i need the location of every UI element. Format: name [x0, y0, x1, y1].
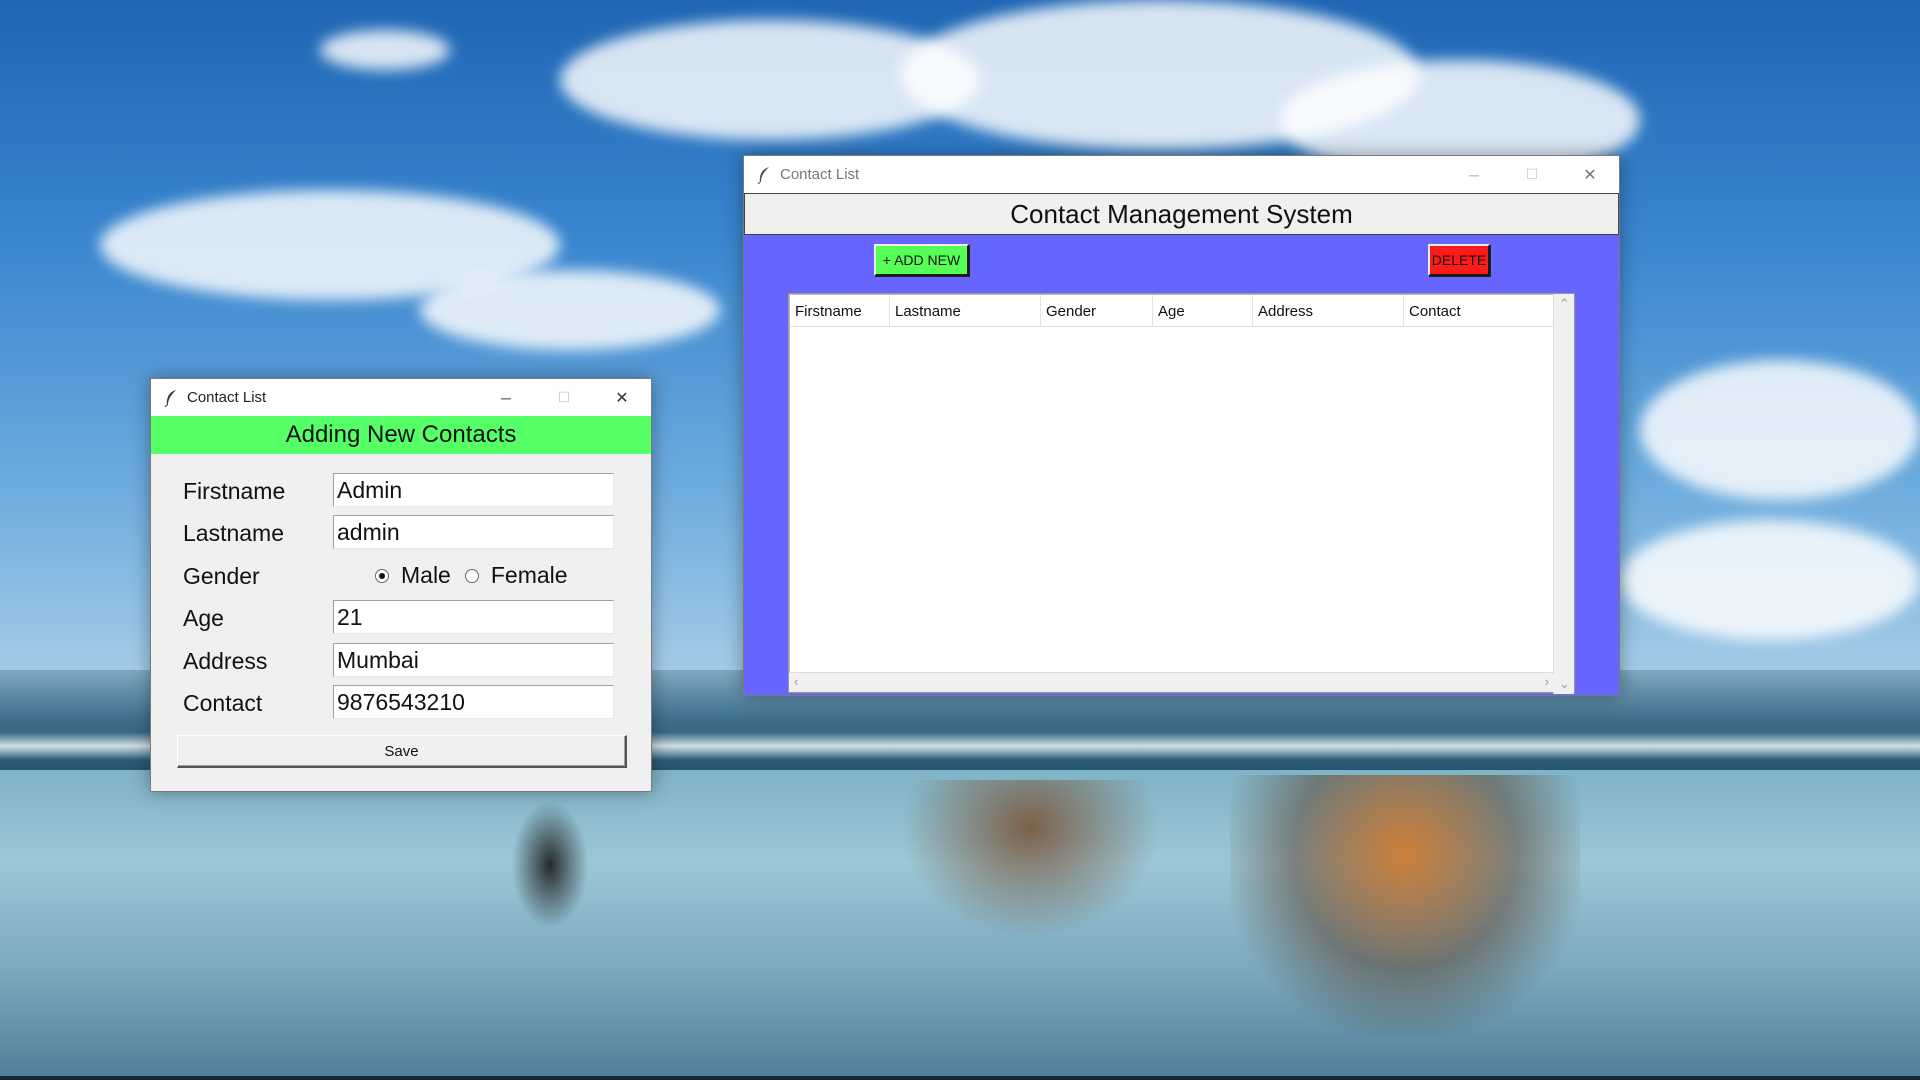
maximize-icon: ☐ [557, 389, 571, 405]
close-button[interactable]: ✕ [1561, 156, 1619, 193]
main-window-controls: ─ ☐ ✕ [1445, 156, 1619, 193]
close-icon: ✕ [1583, 166, 1597, 184]
add-new-button[interactable]: + ADD NEW [874, 244, 969, 276]
main-header: Contact Management System [744, 193, 1619, 235]
column-header-age[interactable]: Age [1153, 295, 1253, 327]
address-input[interactable] [333, 643, 614, 677]
scroll-down-icon[interactable]: ⌄ [1559, 676, 1570, 692]
gender-male-radio[interactable] [375, 568, 389, 583]
gender-female-radio[interactable] [464, 568, 479, 583]
contact-input[interactable] [333, 685, 614, 719]
taskbar-edge [0, 1076, 1920, 1080]
column-header-gender[interactable]: Gender [1041, 295, 1153, 327]
age-label: Age [183, 605, 224, 631]
add-contact-window: Contact List ─ ☐ ✕ Adding New Contacts F… [150, 378, 652, 792]
table-header: Firstname Lastname Gender Age Address Co… [790, 295, 1553, 327]
lastname-label: Lastname [183, 520, 285, 546]
wallpaper-person [505, 790, 595, 940]
age-input[interactable] [333, 600, 614, 634]
column-header-lastname[interactable]: Lastname [890, 295, 1041, 327]
feather-icon [756, 166, 772, 184]
gender-male-label[interactable]: Male [401, 562, 451, 589]
main-body: + ADD NEW DELETE Firstname Lastname Gend… [744, 235, 1619, 695]
add-header: Adding New Contacts [151, 416, 651, 454]
gender-radio-group: Male Female [375, 562, 582, 589]
add-titlebar[interactable]: Contact List ─ ☐ ✕ [151, 379, 651, 416]
minimize-button[interactable]: ─ [1445, 156, 1503, 193]
contacts-table: Firstname Lastname Gender Age Address Co… [788, 293, 1575, 694]
address-row: Address [151, 643, 651, 679]
horizontal-scrollbar[interactable]: ‹ › [789, 672, 1554, 692]
column-header-address[interactable]: Address [1253, 295, 1404, 327]
column-header-firstname[interactable]: Firstname [790, 295, 890, 327]
minimize-button[interactable]: ─ [477, 379, 535, 416]
age-row: Age [151, 600, 651, 636]
vertical-scrollbar[interactable]: ⌃ ⌄ [1553, 294, 1574, 694]
close-icon: ✕ [615, 389, 629, 407]
lastname-input[interactable] [333, 515, 614, 549]
wallpaper-cloud [1620, 520, 1920, 640]
main-titlebar[interactable]: Contact List ─ ☐ ✕ [744, 156, 1619, 193]
scroll-up-icon[interactable]: ⌃ [1559, 296, 1570, 312]
minimize-icon: ─ [501, 389, 511, 406]
contacts-table-body[interactable]: Firstname Lastname Gender Age Address Co… [789, 294, 1554, 674]
gender-label: Gender [183, 563, 260, 589]
firstname-row: Firstname [151, 473, 651, 509]
gender-row: Gender Male Female [151, 558, 651, 594]
scroll-left-icon[interactable]: ‹ [794, 674, 798, 689]
main-window: Contact List ─ ☐ ✕ Contact Management Sy… [743, 155, 1620, 696]
contact-row: Contact [151, 685, 651, 721]
firstname-input[interactable] [333, 473, 614, 507]
column-header-contact[interactable]: Contact [1404, 295, 1553, 327]
scroll-right-icon[interactable]: › [1545, 674, 1549, 689]
lastname-row: Lastname [151, 515, 651, 551]
contact-label: Contact [183, 690, 263, 716]
wallpaper-cloud [1640, 360, 1920, 500]
gender-female-label[interactable]: Female [491, 562, 568, 589]
delete-button[interactable]: DELETE [1428, 244, 1490, 276]
main-window-title: Contact List [780, 166, 860, 183]
maximize-icon: ☐ [1525, 166, 1539, 182]
maximize-button[interactable]: ☐ [1503, 156, 1561, 193]
wallpaper-reflection [1230, 775, 1580, 1035]
close-button[interactable]: ✕ [593, 379, 651, 416]
wallpaper-reflection [900, 780, 1160, 940]
wallpaper-cloud [420, 270, 720, 350]
add-window-title: Contact List [187, 389, 267, 406]
add-window-controls: ─ ☐ ✕ [477, 379, 651, 416]
wallpaper-cloud [320, 30, 450, 70]
firstname-label: Firstname [183, 478, 286, 504]
save-button[interactable]: Save [177, 735, 627, 768]
address-label: Address [183, 648, 268, 674]
minimize-icon: ─ [1469, 166, 1479, 183]
feather-icon [163, 389, 179, 407]
maximize-button[interactable]: ☐ [535, 379, 593, 416]
